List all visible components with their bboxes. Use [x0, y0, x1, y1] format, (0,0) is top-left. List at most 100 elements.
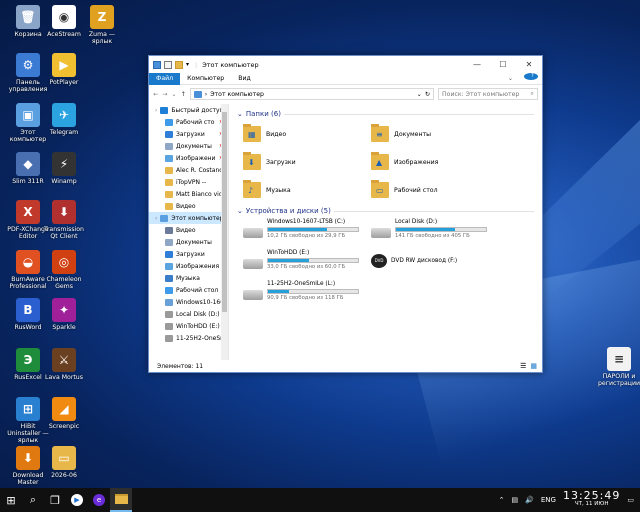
nav-item[interactable]: Видео [149, 224, 228, 236]
nav-item-label: Изображени [176, 154, 216, 162]
tab-view[interactable]: Вид [231, 73, 258, 85]
desktop-icon[interactable]: ✈ Telegram [42, 103, 86, 136]
nav-item[interactable]: Alec R. Costandi [149, 164, 228, 176]
file-explorer-icon[interactable] [110, 488, 132, 512]
breadcrumb-chevron-icon[interactable]: › [205, 91, 207, 98]
app-icon[interactable]: e [88, 488, 110, 512]
desktop-icon[interactable]: ▭ 2026-06 [42, 446, 86, 479]
nav-item-icon [165, 142, 173, 150]
app-icon: ⬇ [52, 200, 76, 224]
navigation-pane[interactable]: ›Быстрый доступРабочий сто📌Загрузки📌Доку… [149, 104, 229, 360]
help-icon[interactable]: ? [524, 72, 538, 80]
clock[interactable]: 13:25:49 ЧТ, 11 ИЮН [563, 490, 620, 508]
address-dropdown-icon[interactable]: ⌄ [417, 91, 422, 98]
start-button[interactable]: ⊞ [0, 488, 22, 512]
tab-computer[interactable]: Компьютер [180, 73, 231, 85]
properties-icon[interactable] [164, 60, 172, 69]
nav-item[interactable]: 11-25H2-OneSm [149, 332, 228, 344]
explorer-window[interactable]: ▾ | Этот компьютер — ☐ ✕ Файл Компьютер … [148, 55, 543, 373]
folder-item[interactable]: ⬇ Загрузки [243, 151, 371, 173]
nav-item[interactable]: › Этот компьютер [149, 212, 228, 224]
folder-item[interactable]: ▭ Рабочий стол [371, 179, 499, 201]
drive-item[interactable]: Local Disk (D:) 141 ГБ свободно из 405 ГБ [371, 219, 499, 246]
task-view-icon[interactable]: ❐ [44, 488, 66, 512]
drive-item[interactable]: DVD DVD RW дисковод (F:) [371, 250, 499, 277]
tab-file[interactable]: Файл [149, 72, 181, 85]
nav-item[interactable]: Документы [149, 236, 228, 248]
desktop-icon[interactable]: ⬇ Transmission Qt Client [42, 200, 86, 240]
search-icon[interactable]: ⌕ [22, 488, 44, 512]
up-icon[interactable]: ↑ [181, 91, 186, 98]
details-view-icon[interactable]: ☰ [520, 362, 526, 370]
nav-item[interactable]: WinToHDD (E:) [149, 320, 228, 332]
desktop-icon[interactable]: ⚔ Lava Mortus [42, 348, 86, 381]
expand-chevron-icon[interactable]: › [155, 215, 157, 222]
nav-item[interactable]: Загрузки📌 [149, 128, 228, 140]
nav-item[interactable]: Изображени📌 [149, 152, 228, 164]
desktop-icon[interactable]: ✦ Sparkle [42, 298, 86, 331]
nav-item[interactable]: Matt Bianco vide [149, 188, 228, 200]
nav-item-label: Быстрый доступ [171, 106, 224, 114]
desktop-icon[interactable]: Z Zuma — ярлык [80, 5, 124, 45]
expand-ribbon-icon[interactable]: ⌄ [501, 73, 520, 85]
tiles-view-icon[interactable]: ▦ [530, 362, 537, 370]
nav-item[interactable]: Local Disk (D:) [149, 308, 228, 320]
desktop-icon[interactable]: ▶ PotPlayer [42, 53, 86, 86]
language-indicator[interactable]: ENG [541, 496, 556, 504]
folder-item[interactable]: ▦ Видео [243, 123, 371, 145]
nav-item[interactable]: Видео [149, 200, 228, 212]
chevron-down-icon[interactable]: ⌄ [237, 207, 243, 215]
nav-item[interactable]: › Быстрый доступ [149, 104, 228, 116]
expand-chevron-icon[interactable]: › [155, 107, 157, 114]
folders-group-header[interactable]: ⌄ Папки (6) [237, 108, 534, 120]
forward-icon[interactable]: → [162, 91, 167, 98]
nav-scrollbar[interactable] [221, 104, 228, 360]
recent-chevron-icon[interactable]: ⌄ [171, 91, 176, 98]
nav-item[interactable]: iTopVPN -- [149, 176, 228, 188]
scrollbar-thumb[interactable] [222, 112, 227, 312]
breadcrumb[interactable]: Этот компьютер [210, 91, 264, 98]
title-bar[interactable]: ▾ | Этот компьютер — ☐ ✕ [149, 56, 542, 73]
nav-item-icon [165, 334, 173, 342]
back-icon[interactable]: ← [153, 91, 158, 98]
maximize-button[interactable]: ☐ [490, 56, 516, 73]
desktop-icon[interactable]: ◎ Chameleon Gems [42, 250, 86, 290]
desktop-icon[interactable]: ◢ Screenpic [42, 397, 86, 430]
app-icon: Z [90, 5, 114, 29]
notifications-icon[interactable]: ▭ [627, 496, 634, 504]
drives-group-header[interactable]: ⌄ Устройства и диски (5) [237, 205, 534, 217]
nav-item[interactable]: Windows10-1607 [149, 296, 228, 308]
drive-item[interactable]: 11-25H2-OneSmiLe (L:) 90,9 ГБ свободно из… [243, 281, 371, 308]
close-button[interactable]: ✕ [516, 56, 542, 73]
app-icon: ⚙ [16, 53, 40, 77]
nav-item[interactable]: Загрузки [149, 248, 228, 260]
nav-item-label: Рабочий сто [176, 118, 215, 126]
minimize-button[interactable]: — [464, 56, 490, 73]
chevron-down-icon[interactable]: ⌄ [237, 110, 243, 118]
address-bar[interactable]: › Этот компьютер ⌄ ↻ [189, 88, 434, 100]
nav-item[interactable]: Документы📌 [149, 140, 228, 152]
nav-item[interactable]: Изображения [149, 260, 228, 272]
app-icon: ⬇ [16, 446, 40, 470]
folder-item[interactable]: ♪ Музыка [243, 179, 371, 201]
desktop-icon[interactable]: ≡ ПАРОЛИ и регистрации [597, 347, 640, 387]
ribbon-right: ⌄ ? [501, 72, 542, 85]
nav-item[interactable]: Музыка [149, 272, 228, 284]
chevron-down-icon[interactable]: ▾ [186, 61, 189, 68]
folder-item[interactable]: ≡ Документы [371, 123, 499, 145]
chevron-up-icon[interactable]: ⌃ [499, 496, 505, 504]
drive-item[interactable]: Windows10-1607-LTSB (C:) 10,2 ГБ свободно… [243, 219, 371, 246]
nav-item[interactable]: Рабочий сто📌 [149, 116, 228, 128]
drive-item[interactable]: WinToHDD (E:) 33,0 ГБ свободно из 60,0 ГБ [243, 250, 371, 277]
folder-item[interactable]: ▲ Изображения [371, 151, 499, 173]
desktop-icon[interactable]: ⚡ Winamp [42, 152, 86, 185]
volume-icon[interactable]: 🔊 [525, 496, 534, 504]
app-icon: ▶ [52, 53, 76, 77]
search-input[interactable]: Поиск: Этот компьютер ⌕ [438, 88, 538, 100]
new-folder-icon[interactable] [175, 60, 183, 69]
refresh-icon[interactable]: ↻ [425, 91, 430, 98]
divider [283, 113, 534, 115]
nav-item[interactable]: Рабочий стол [149, 284, 228, 296]
network-icon[interactable]: ▤ [512, 496, 519, 504]
media-player-icon[interactable]: ▶ [66, 488, 88, 512]
